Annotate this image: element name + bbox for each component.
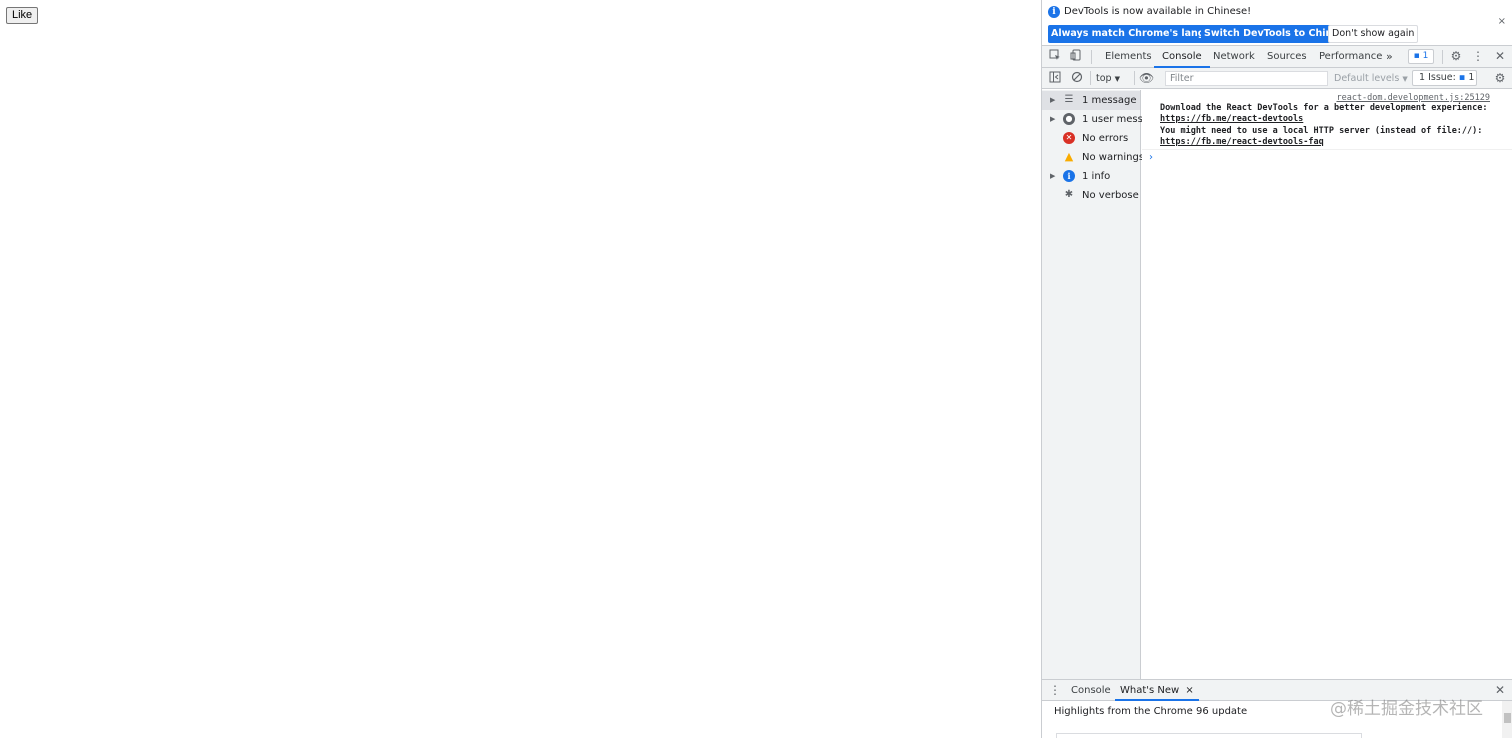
console-toolbar: top ▼ 👁 Default levels ▼ 1 Issue: ▪ 1 ⚙ xyxy=(1042,68,1512,89)
toolbar-divider xyxy=(1090,71,1091,85)
issues-button[interactable]: 1 Issue: ▪ 1 xyxy=(1412,70,1477,86)
react-devtools-faq-link[interactable]: https://fb.me/react-devtools-faq xyxy=(1160,137,1324,149)
expand-arrow-icon: ▶ xyxy=(1050,115,1056,123)
console-settings-gear-icon[interactable]: ⚙ xyxy=(1493,71,1507,85)
sidebar-item-errors[interactable]: ✕ No errors xyxy=(1042,129,1140,148)
info-icon: i xyxy=(1048,6,1060,18)
issues-counter-button[interactable]: ▪ 1 xyxy=(1408,49,1434,64)
drawer-tab-console[interactable]: Console xyxy=(1071,680,1111,701)
filter-input[interactable] xyxy=(1165,71,1328,86)
tab-elements[interactable]: Elements xyxy=(1105,46,1152,68)
tab-sources[interactable]: Sources xyxy=(1267,46,1307,68)
drawer-scrollbar[interactable] xyxy=(1502,701,1512,738)
settings-gear-icon[interactable]: ⚙ xyxy=(1449,49,1463,63)
sidebar-item-label: 1 info xyxy=(1082,171,1111,182)
issues-counter-value: 1 xyxy=(1422,51,1429,61)
context-selector[interactable]: top ▼ xyxy=(1096,71,1129,86)
like-button[interactable]: Like xyxy=(6,7,39,24)
sidebar-item-verbose[interactable]: ✱ No verbose xyxy=(1042,186,1140,205)
scrollbar-thumb[interactable] xyxy=(1504,713,1511,723)
console-messages: react-dom.development.js:25129 Download … xyxy=(1142,90,1512,679)
tabbar-divider xyxy=(1091,50,1092,64)
message-icon: ▪ xyxy=(1458,72,1466,83)
dont-show-again-button[interactable]: Don't show again xyxy=(1328,25,1419,43)
dropdown-arrow-icon: ▼ xyxy=(1114,75,1120,83)
sidebar-item-warnings[interactable]: ▲ No warnings xyxy=(1042,148,1144,167)
sidebar-toggle-icon[interactable] xyxy=(1048,71,1062,85)
kebab-menu-icon[interactable]: ⋮ xyxy=(1471,49,1485,63)
clear-console-icon[interactable] xyxy=(1070,71,1084,85)
sidebar-item-label: No errors xyxy=(1082,133,1129,144)
close-devtools-icon[interactable]: ✕ xyxy=(1493,49,1507,63)
watermark: @稀土掘金技术社区 xyxy=(1330,699,1483,719)
drawer-menu-icon[interactable]: ⋮ xyxy=(1048,683,1062,697)
drawer-tab-label: What's New xyxy=(1120,685,1180,696)
page-viewport: Like xyxy=(0,0,1041,738)
console-message-text-2: You might need to use a local HTTP serve… xyxy=(1160,126,1483,136)
live-expression-eye-icon[interactable]: 👁 xyxy=(1139,71,1154,85)
console-sidebar: ▶ ☰ 1 message ▶ ● 1 user mess... ✕ No er… xyxy=(1042,90,1152,679)
whats-new-card xyxy=(1056,733,1362,738)
expand-arrow-icon: ▶ xyxy=(1050,172,1056,180)
sidebar-item-label: No warnings xyxy=(1082,152,1145,163)
inspect-element-icon[interactable] xyxy=(1048,49,1062,63)
warning-icon: ▲ xyxy=(1064,150,1074,163)
sidebar-item-user-messages[interactable]: ▶ ● 1 user mess... xyxy=(1042,110,1152,129)
close-drawer-icon[interactable]: ✕ xyxy=(1493,683,1507,697)
page: Like i DevTools is now available in Chin… xyxy=(0,0,1512,738)
issues-label: 1 Issue: xyxy=(1419,72,1456,83)
infobar-message: DevTools is now available in Chinese! xyxy=(1064,6,1252,17)
react-devtools-link[interactable]: https://fb.me/react-devtools xyxy=(1160,114,1303,126)
log-levels-label: Default levels xyxy=(1334,73,1400,84)
infobar-close-icon[interactable]: × xyxy=(1498,16,1506,27)
drawer-tab-whats-new[interactable]: What's New × xyxy=(1115,680,1199,701)
tab-network[interactable]: Network xyxy=(1213,46,1255,68)
sidebar-item-info[interactable]: ▶ i 1 info xyxy=(1042,167,1140,186)
console-message-text: Download the React DevTools for a better… xyxy=(1160,103,1488,113)
issues-count: 1 xyxy=(1468,72,1475,83)
device-toolbar-icon[interactable] xyxy=(1069,49,1083,63)
tab-performance[interactable]: Performance xyxy=(1319,46,1382,68)
info-icon: i xyxy=(1063,170,1075,182)
devtools-tabbar: Elements Console Network Sources Perform… xyxy=(1042,46,1512,68)
dropdown-arrow-icon: ▼ xyxy=(1402,75,1408,83)
error-icon: ✕ xyxy=(1063,132,1075,144)
tab-console[interactable]: Console xyxy=(1154,46,1210,68)
sidebar-item-messages[interactable]: ▶ ☰ 1 message xyxy=(1042,91,1140,110)
expand-arrow-icon: ▶ xyxy=(1050,96,1056,104)
language-infobar: i DevTools is now available in Chinese! … xyxy=(1042,0,1512,46)
message-icon: ▪ xyxy=(1413,51,1420,61)
message-source-link[interactable]: react-dom.development.js:25129 xyxy=(1336,93,1490,103)
user-icon: ● xyxy=(1063,113,1075,125)
message-divider xyxy=(1142,149,1512,150)
log-levels-dropdown[interactable]: Default levels ▼ xyxy=(1334,71,1408,86)
close-tab-icon[interactable]: × xyxy=(1185,685,1193,696)
sidebar-item-label: No verbose xyxy=(1082,190,1139,201)
toolbar-divider-2 xyxy=(1134,71,1135,85)
bug-icon: ✱ xyxy=(1064,189,1074,200)
tabbar-divider-2 xyxy=(1442,50,1443,64)
more-tabs-icon[interactable]: » xyxy=(1386,46,1393,68)
devtools-panel: i DevTools is now available in Chinese! … xyxy=(1041,0,1512,738)
context-value: top xyxy=(1096,73,1112,84)
whats-new-headline: Highlights from the Chrome 96 update xyxy=(1054,706,1248,717)
sidebar-item-label: 1 message xyxy=(1082,95,1137,106)
console-prompt-icon[interactable]: › xyxy=(1149,152,1153,163)
list-icon: ☰ xyxy=(1064,94,1074,105)
